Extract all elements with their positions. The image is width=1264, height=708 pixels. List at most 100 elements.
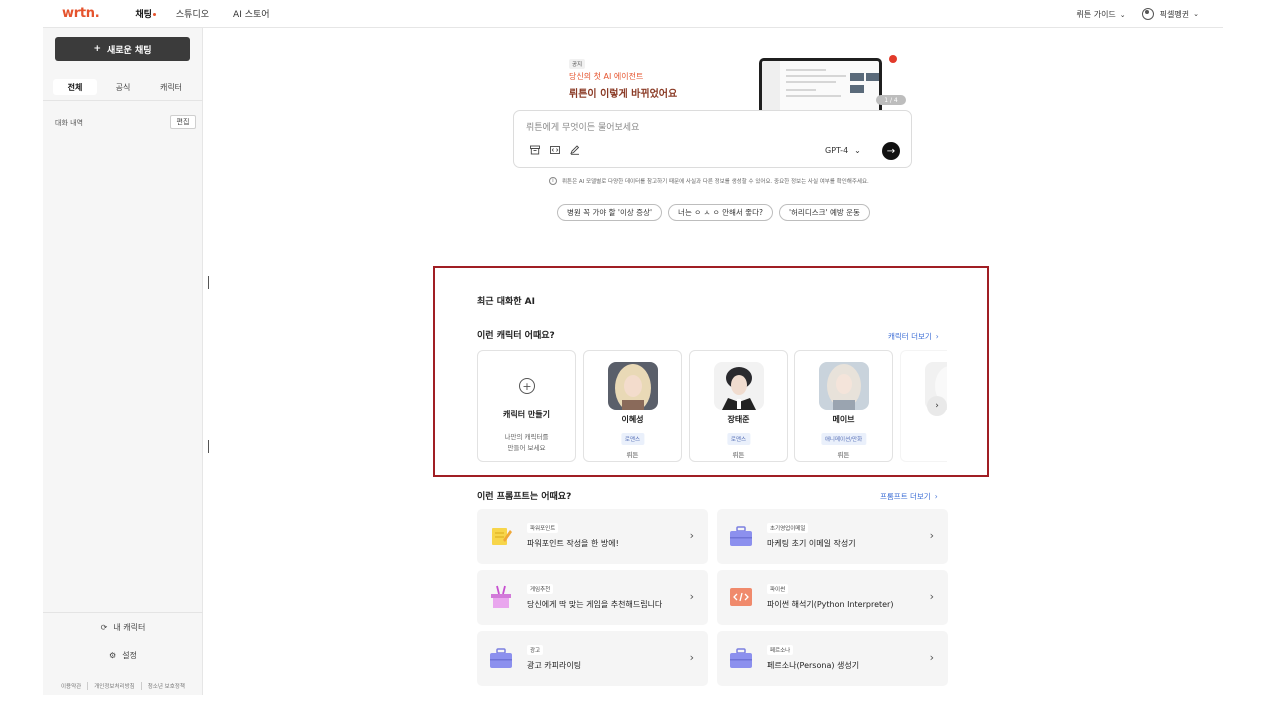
banner-subtitle[interactable]: 당신의 첫 AI 에이전트 (569, 71, 643, 82)
character-card[interactable]: 이혜성 로맨스 뤼튼 (583, 350, 682, 462)
my-characters-label: 내 캐릭터 (113, 623, 146, 632)
divider (43, 100, 203, 101)
prompt-card[interactable]: 파이썬 파이썬 해석기(Python Interpreter) › (717, 570, 948, 625)
nav-studio[interactable]: 스튜디오 (176, 7, 209, 20)
laptop-illustration (759, 58, 882, 110)
character-author: 뤼튼 (732, 451, 745, 459)
character-icon: ⟳ (100, 623, 108, 632)
prompt-title: 파이썬 해석기(Python Interpreter) (767, 600, 894, 609)
tab-character[interactable]: 캐릭터 (149, 79, 193, 95)
guide-label: 뤼튼 가이드 (1076, 9, 1116, 19)
my-characters-button[interactable]: ⟳ 내 캐릭터 (43, 622, 203, 633)
new-chat-button[interactable]: + 새로운 채팅 (55, 37, 190, 61)
genre-tag: 로맨스 (620, 433, 645, 445)
character-author: 뤼튼 (626, 451, 639, 459)
footer-links: 이용약관 개인정보처리방침 청소년 보호정책 (61, 682, 185, 690)
notice-tag: 공지 (569, 59, 586, 69)
gear-icon: ⚙ (109, 651, 117, 660)
screen-line (786, 75, 846, 77)
chevron-right-icon: › (689, 651, 694, 664)
settings-label: 설정 (122, 651, 137, 660)
screen-line (786, 81, 836, 83)
disclaimer: i 뤼튼은 AI 모델별로 다양한 데이터를 참고하기 때문에 사실과 다른 정… (549, 177, 869, 185)
prompt-card[interactable]: 광고 광고 카피라이팅 › (477, 631, 708, 686)
code-file-icon (730, 588, 752, 606)
prompt-card[interactable]: 페르소나 페르소나(Persona) 생성기 › (717, 631, 948, 686)
briefcase-icon (730, 526, 752, 546)
archive-icon[interactable] (530, 145, 540, 155)
character-author: 뤼튼 (837, 451, 850, 459)
nav-chat[interactable]: 채팅 (135, 7, 156, 20)
edit-button[interactable]: 편집 (170, 115, 196, 129)
prompt-title: 마케팅 초기 이메일 작성기 (767, 539, 856, 548)
sidebar-resize-handle[interactable] (208, 276, 209, 289)
character-avatar (819, 362, 869, 410)
new-chat-label: 새로운 채팅 (107, 45, 152, 56)
youth-policy-link[interactable]: 청소년 보호정책 (140, 682, 185, 690)
character-avatar (714, 362, 764, 410)
tab-official[interactable]: 공식 (101, 79, 145, 95)
character-name: 장태준 (727, 415, 750, 424)
terms-link[interactable]: 이용약관 (61, 682, 81, 690)
banner-title[interactable]: 뤼튼이 이렇게 바뀌었어요 (569, 85, 677, 100)
wrtn-logo[interactable]: wrtn. (62, 6, 100, 21)
info-icon: i (549, 177, 557, 185)
more-prompts-link[interactable]: 프롬프트 더보기 › (880, 491, 938, 502)
sidebar-resize-handle[interactable] (208, 440, 209, 453)
prompts-title: 이런 프롬프트는 어때요? (477, 492, 572, 502)
model-selector[interactable]: GPT-4 ⌄ (825, 146, 861, 155)
create-character-card[interactable]: + 캐릭터 만들기 나만의 캐릭터를 만들어 보세요 (477, 350, 576, 462)
chat-tools (530, 145, 580, 155)
sidebar: + 새로운 채팅 전체 공식 캐릭터 대화 내역 편집 ⟳ 내 캐릭터 ⚙ 설정… (43, 28, 203, 695)
prompt-card[interactable]: 초기영업이메일 마케팅 초기 이메일 작성기 › (717, 509, 948, 564)
character-name: 메이브 (832, 415, 855, 424)
more-characters-label: 캐릭터 더보기 (888, 332, 932, 341)
screen-line (786, 95, 841, 97)
prompt-tag: 페르소나 (767, 645, 794, 655)
screen-thumbnail (850, 85, 864, 93)
top-navigation-bar: wrtn. 채팅 스튜디오 AI 스토어 뤼튼 가이드 ⌄ 픽셀펭귄 ⌄ (43, 0, 1223, 28)
nav-ai-store[interactable]: AI 스토어 (233, 7, 270, 20)
chevron-down-icon: ⌄ (1119, 10, 1126, 19)
character-card[interactable]: 장태준 로맨스 뤼튼 (689, 350, 788, 462)
screen-thumbnail (850, 73, 864, 81)
recent-ai-title: 최근 대화한 AI (477, 297, 535, 307)
privacy-link[interactable]: 개인정보처리방침 (87, 682, 135, 690)
suggestion-chip[interactable]: 병원 꼭 가야 할 '이상 증상' (557, 204, 663, 221)
code-icon[interactable] (550, 145, 560, 155)
briefcase-icon (490, 648, 512, 668)
avatar-icon (1141, 8, 1154, 20)
pen-icon[interactable] (570, 145, 580, 155)
chevron-right-icon: › (935, 401, 939, 411)
plus-icon: + (93, 44, 101, 54)
character-card[interactable]: 메이브 애니메이션/만화 뤼튼 (794, 350, 893, 462)
suggestion-chip[interactable]: '허리디스크' 예방 운동 (778, 204, 870, 221)
chevron-down-icon: ⌄ (1193, 10, 1199, 18)
carousel-next-button[interactable]: › (927, 396, 947, 416)
prompt-card[interactable]: 게임추천 당신에게 딱 맞는 게임을 추천해드립니다 › (477, 570, 708, 625)
prompt-card[interactable]: 파워포인트 파워포인트 작성을 한 방에! › (477, 509, 708, 564)
pager-label: 1 / 4 (884, 96, 898, 104)
tab-all[interactable]: 전체 (53, 79, 97, 95)
disclaimer-text: 뤼튼은 AI 모델별로 다양한 데이터를 참고하기 때문에 사실과 다른 정보를… (562, 179, 869, 185)
briefcase-icon (730, 648, 752, 668)
screen-sidebar (762, 61, 780, 110)
send-button[interactable]: → (882, 142, 900, 160)
genre-tag: 애니메이션/만화 (820, 433, 867, 445)
screen-line (786, 69, 826, 71)
prompt-title: 광고 카피라이팅 (527, 661, 582, 670)
prompt-tag: 파이썬 (767, 584, 789, 594)
recording-dot-icon (889, 55, 897, 63)
user-menu[interactable]: 픽셀펭귄 ⌄ (1141, 8, 1199, 20)
history-label: 대화 내역 (55, 119, 83, 127)
guide-menu[interactable]: 뤼튼 가이드 ⌄ (1076, 9, 1125, 20)
chat-input[interactable] (526, 120, 896, 136)
prompt-title: 당신에게 딱 맞는 게임을 추천해드립니다 (527, 600, 663, 609)
character-name: 이혜성 (621, 415, 644, 424)
banner-pager[interactable]: 1 / 4 (876, 95, 906, 105)
header-right: 뤼튼 가이드 ⌄ 픽셀펭귄 ⌄ (1076, 0, 1199, 28)
genre-tag: 로맨스 (726, 433, 751, 445)
settings-button[interactable]: ⚙ 설정 (43, 650, 203, 661)
more-characters-link[interactable]: 캐릭터 더보기 › (888, 331, 939, 342)
suggestion-chip[interactable]: 너는 ㅇ ㅅ ㅇ 안해서 좋다? (668, 204, 773, 221)
